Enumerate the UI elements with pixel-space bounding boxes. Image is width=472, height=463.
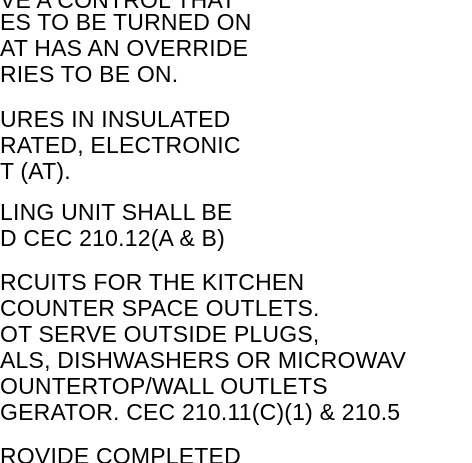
note-line: GERATOR. CEC 210.11(C)(1) & 210.5	[0, 399, 401, 425]
note-line: URES IN INSULATED	[0, 106, 231, 132]
note-line: T (AT).	[0, 158, 71, 184]
note-line: AT HAS AN OVERRIDE	[0, 35, 249, 61]
note-line: D CEC 210.12(A & B)	[0, 225, 225, 251]
note-line: OT SERVE OUTSIDE PLUGS,	[0, 321, 320, 347]
note-line: RIES TO BE ON.	[0, 61, 179, 87]
note-line: OUNTERTOP/WALL OUTLETS	[0, 373, 328, 399]
note-line: LING UNIT SHALL BE	[0, 199, 233, 225]
note-line: RATED, ELECTRONIC	[0, 132, 241, 158]
note-line: RCUITS FOR THE KITCHEN	[0, 269, 305, 295]
note-line: ROVIDE COMPLETED	[0, 443, 241, 463]
document-page: VE A CONTROL THAT ES TO BE TURNED ON AT …	[0, 0, 472, 463]
note-line: ES TO BE TURNED ON	[0, 9, 252, 35]
note-line: ALS, DISHWASHERS OR MICROWAV	[0, 347, 407, 373]
note-line: COUNTER SPACE OUTLETS.	[0, 295, 320, 321]
